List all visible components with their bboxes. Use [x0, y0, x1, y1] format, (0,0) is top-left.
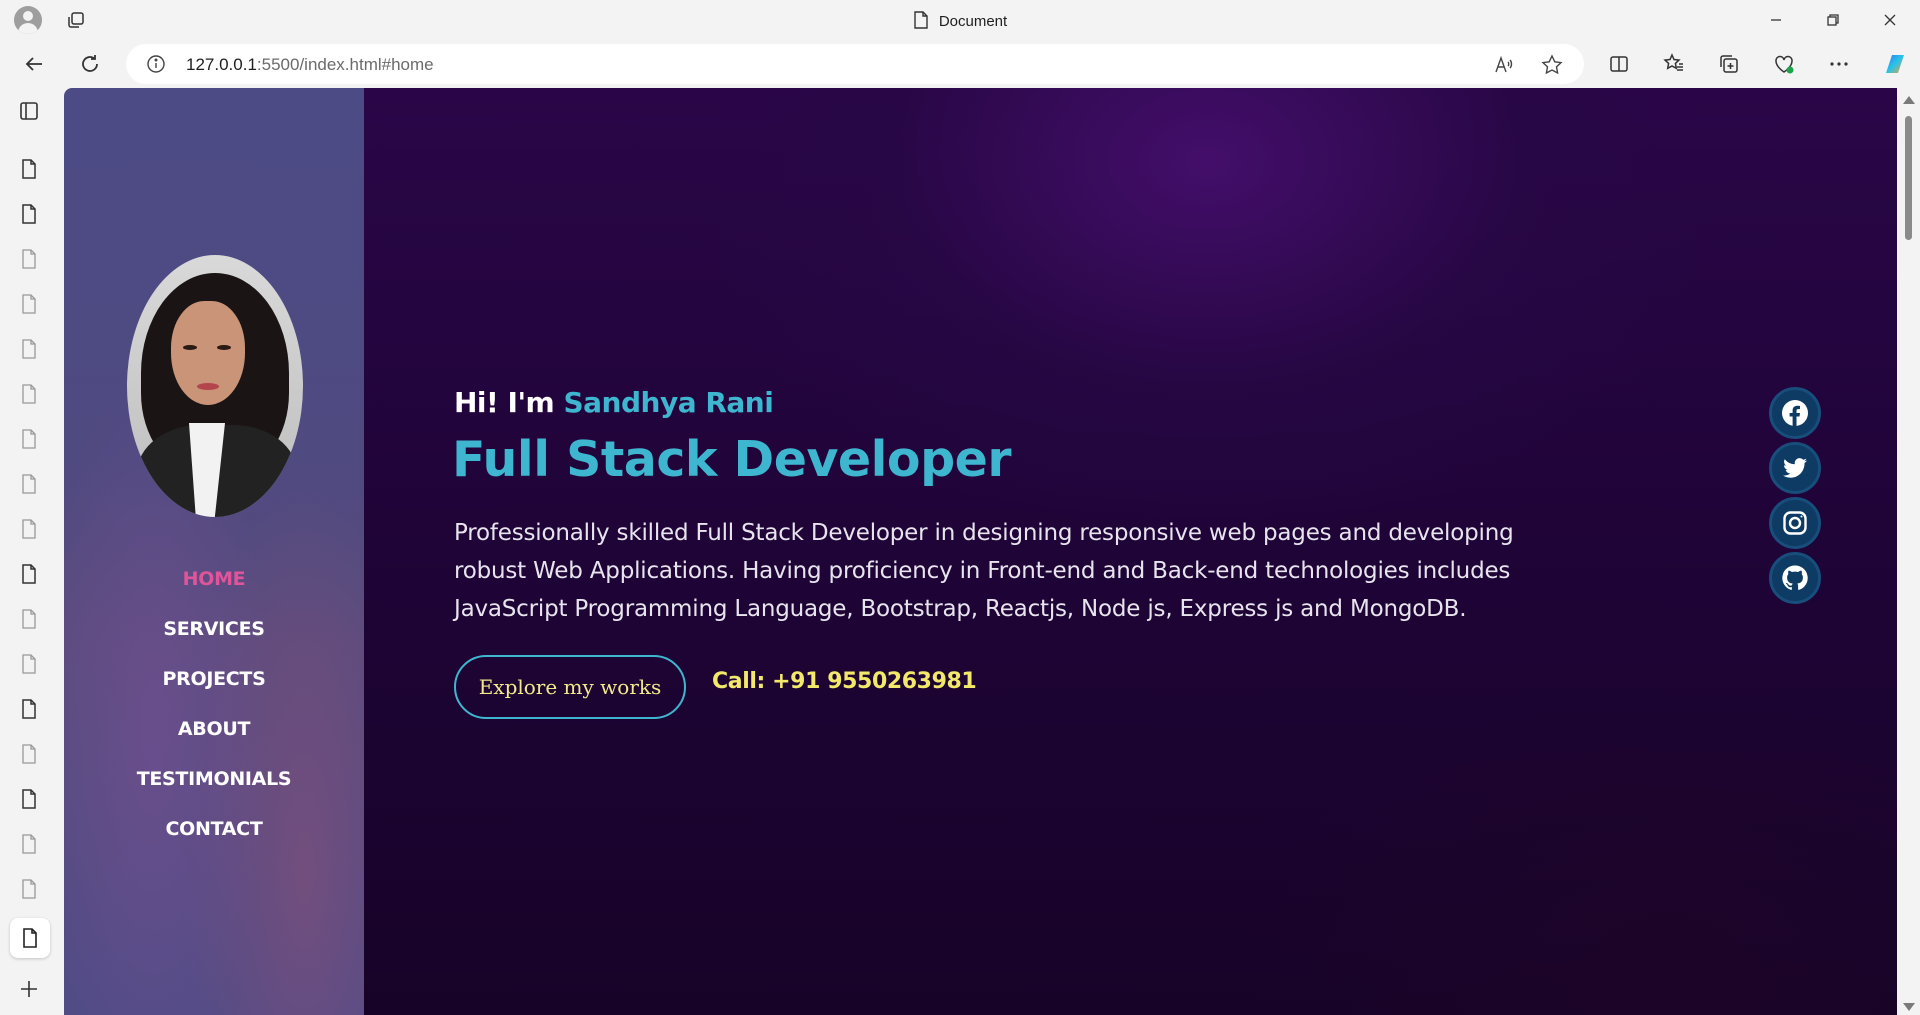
tab-actions-icon[interactable]	[18, 100, 40, 122]
hero-section: Hi! I'm Sandhya Rani Full Stack Develope…	[364, 88, 1897, 1015]
address-bar[interactable]: 127.0.0.1:5500/index.html#home	[126, 44, 1584, 84]
tab-page-icon[interactable]	[18, 158, 40, 180]
back-arrow-icon[interactable]	[22, 52, 46, 76]
tab-page-icon[interactable]	[18, 473, 40, 495]
profile-photo	[127, 255, 303, 517]
call-phone-text: Call: +91 9550263981	[712, 669, 977, 694]
tab-page-icon[interactable]	[18, 248, 40, 270]
tab-page-icon[interactable]	[18, 203, 40, 225]
hero-role: Full Stack Developer	[452, 431, 1012, 488]
browser-essentials-icon[interactable]	[1772, 52, 1796, 76]
nav-services[interactable]: SERVICES	[64, 618, 364, 640]
github-link[interactable]	[1769, 552, 1821, 604]
nav-about[interactable]: ABOUT	[64, 718, 364, 740]
tab-page-icon[interactable]	[18, 743, 40, 765]
nav-contact[interactable]: CONTACT	[64, 818, 364, 840]
url-host: 127.0.0.1	[186, 55, 257, 74]
read-aloud-icon[interactable]	[1493, 54, 1515, 76]
scroll-down-arrow-icon[interactable]	[1903, 1003, 1915, 1011]
twitter-icon	[1783, 458, 1807, 478]
document-icon	[914, 11, 928, 29]
tab-page-icon[interactable]	[18, 698, 40, 720]
tab-page-icon[interactable]	[18, 518, 40, 540]
navigation-bar: 127.0.0.1:5500/index.html#home	[0, 40, 1920, 88]
title-bar: Document	[0, 0, 1920, 40]
twitter-link[interactable]	[1769, 442, 1821, 494]
window-title: Document	[0, 11, 1920, 30]
greeting-text: Hi! I'm	[454, 386, 555, 419]
window-title-text: Document	[938, 13, 1008, 30]
tab-page-icon[interactable]	[18, 293, 40, 315]
url-text[interactable]: 127.0.0.1:5500/index.html#home	[186, 55, 434, 75]
active-tab[interactable]	[10, 918, 50, 958]
tab-page-icon[interactable]	[18, 428, 40, 450]
tab-page-icon[interactable]	[18, 788, 40, 810]
tab-page-icon[interactable]	[18, 878, 40, 900]
tab-page-icon	[23, 928, 37, 948]
new-tab-plus-icon[interactable]	[18, 978, 40, 1000]
tab-page-icon[interactable]	[18, 338, 40, 360]
hero-description: Professionally skilled Full Stack Develo…	[454, 520, 1514, 622]
url-path: :5500/index.html#home	[256, 55, 434, 74]
nav-projects[interactable]: PROJECTS	[64, 668, 364, 690]
more-options-icon[interactable]	[1827, 52, 1851, 76]
tab-page-icon[interactable]	[18, 608, 40, 630]
collections-icon[interactable]	[1717, 52, 1741, 76]
tab-page-icon[interactable]	[18, 653, 40, 675]
refresh-icon[interactable]	[78, 52, 102, 76]
github-icon	[1782, 565, 1808, 590]
favorites-icon[interactable]	[1662, 52, 1686, 76]
close-icon[interactable]	[1878, 8, 1902, 32]
instagram-icon	[1783, 511, 1807, 535]
scroll-up-arrow-icon[interactable]	[1903, 96, 1915, 104]
tab-page-icon[interactable]	[18, 383, 40, 405]
hero-greeting: Hi! I'm Sandhya Rani	[454, 386, 774, 419]
copilot-icon[interactable]	[1880, 49, 1910, 79]
facebook-link[interactable]	[1769, 387, 1821, 439]
facebook-icon	[1782, 400, 1808, 426]
scroll-thumb[interactable]	[1905, 116, 1912, 240]
vertical-tab-strip	[0, 88, 60, 1015]
instagram-link[interactable]	[1769, 497, 1821, 549]
page-scrollbar[interactable]	[1897, 88, 1920, 1015]
restore-icon[interactable]	[1821, 8, 1845, 32]
site-info-icon[interactable]	[146, 54, 166, 74]
favorite-star-icon[interactable]	[1541, 54, 1563, 76]
nav-testimonials[interactable]: TESTIMONIALS	[64, 768, 364, 790]
tab-page-icon[interactable]	[18, 563, 40, 585]
minimize-icon[interactable]	[1764, 8, 1788, 32]
page-viewport: HOME SERVICES PROJECTS ABOUT TESTIMONIAL…	[64, 88, 1897, 1015]
hero-name: Sandhya Rani	[563, 386, 774, 419]
portfolio-sidebar: HOME SERVICES PROJECTS ABOUT TESTIMONIAL…	[64, 88, 364, 1015]
nav-home[interactable]: HOME	[64, 568, 364, 590]
tab-page-icon[interactable]	[18, 833, 40, 855]
split-screen-icon[interactable]	[1607, 52, 1631, 76]
explore-works-button[interactable]: Explore my works	[454, 655, 686, 719]
